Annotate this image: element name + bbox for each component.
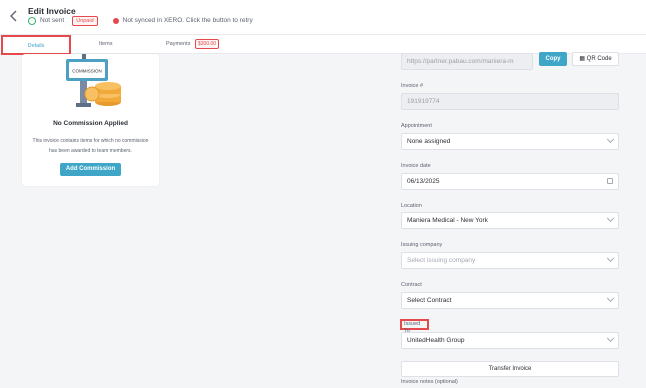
copy-button[interactable]: Copy [539, 52, 567, 66]
invoice-number-field: 191919774 [401, 93, 619, 110]
invoice-date-value: 06/13/2025 [407, 178, 440, 185]
page-header: Edit Invoice Not sent Unpaid Not synced … [0, 0, 646, 34]
invoice-number-label: Invoice # [401, 83, 424, 89]
not-sent-status-icon [28, 16, 36, 25]
chevron-down-icon [606, 214, 615, 223]
invoice-date-label: Invoice date [401, 163, 431, 169]
issuing-company-select[interactable]: Select issuing company [401, 252, 619, 269]
contract-select[interactable]: Select Contract [401, 292, 619, 309]
location-select[interactable]: Maniera Medical - New York [401, 212, 619, 229]
invoice-date-field[interactable]: 06/13/2025 [401, 173, 619, 190]
chevron-down-icon [606, 294, 615, 303]
contract-value: Select Contract [407, 297, 452, 304]
send-status-text: Not sent [40, 17, 65, 24]
qr-icon: ▦ [579, 56, 587, 62]
location-label: Location [401, 203, 422, 209]
chevron-down-icon [606, 334, 615, 343]
xero-error-icon[interactable] [112, 17, 119, 24]
tab-details[interactable]: Details [1, 35, 71, 55]
issuing-company-label: Issuing company [401, 242, 443, 248]
commission-description: This invoice contains items for which no… [32, 138, 149, 154]
appointment-value: None assigned [407, 138, 451, 145]
chevron-down-icon [606, 135, 615, 144]
qr-code-label: QR Code [586, 56, 612, 62]
invoice-notes-label: Invoice notes (optional) [401, 379, 458, 385]
transfer-invoice-button[interactable]: Transfer Invoice [401, 361, 619, 377]
issued-to-select[interactable]: UnitedHealth Group [401, 332, 619, 349]
commission-title: No Commission Applied [53, 120, 128, 127]
tab-payments[interactable]: Payments [166, 35, 190, 55]
payments-amount-badge: $300.00 [195, 39, 220, 49]
issued-to-label: Issued To [400, 319, 429, 334]
appointment-label: Appointment [401, 123, 432, 129]
xero-sync-status: Not synced in XERO. Click the button to … [122, 17, 253, 24]
chevron-down-icon [606, 254, 615, 263]
calendar-icon[interactable] [607, 178, 613, 184]
contract-label: Contract [401, 282, 422, 288]
issued-to-value: UnitedHealth Group [407, 337, 465, 344]
commission-illustration: COMMISSION [66, 54, 121, 107]
unpaid-badge: Unpaid [72, 15, 98, 26]
add-commission-button[interactable]: Add Commission [60, 163, 121, 176]
status-row: Not sent Unpaid Not synced in XERO. Clic… [28, 15, 253, 26]
appointment-select[interactable]: None assigned [401, 133, 619, 150]
invoice-url-field[interactable]: https://partner.pabau.com/maniera-m [401, 53, 533, 70]
commission-sign-text: COMMISSION [72, 69, 102, 74]
qr-code-button[interactable]: ▦ QR Code [572, 52, 619, 66]
back-arrow-icon[interactable] [8, 9, 20, 23]
location-value: Maniera Medical - New York [407, 217, 488, 224]
issuing-company-placeholder: Select issuing company [407, 257, 476, 264]
tab-items[interactable]: Items [99, 35, 112, 55]
invoice-tabs: Details Items Payments $300.00 [0, 34, 646, 55]
